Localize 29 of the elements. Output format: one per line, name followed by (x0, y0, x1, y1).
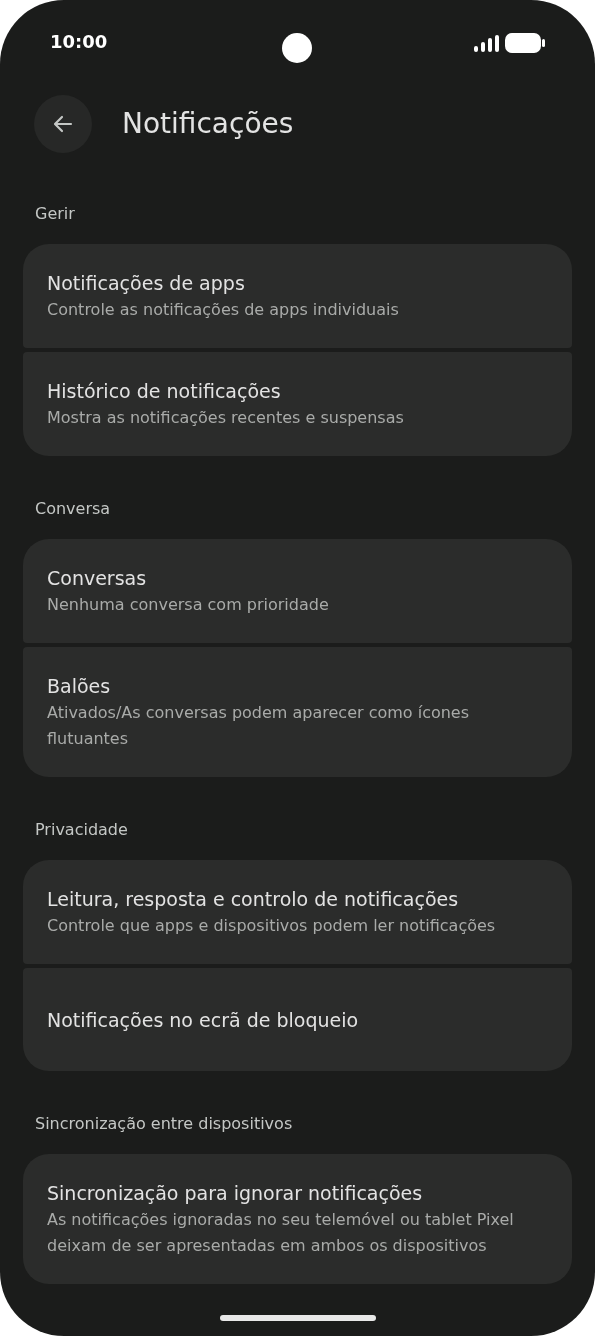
settings-item[interactable]: Histórico de notificações Mostra as notificações recentes e suspensas (23, 352, 572, 456)
settings-item[interactable]: Leitura, resposta e controlo de notificações Controle que apps e dispositivos podem ler notificações (23, 860, 572, 964)
section-header: Conversa (34, 499, 112, 519)
item-title: Conversas (47, 566, 148, 591)
status-time: 10:00 (50, 30, 108, 54)
item-title: Leitura, resposta e controlo de notificações (47, 887, 460, 912)
item-title: Notificações de apps (47, 271, 246, 296)
item-subtitle: Ativados/As conversas podem aparecer como ícones flutuantes (47, 702, 471, 750)
settings-item[interactable]: Notificações no ecrã de bloqueio (23, 968, 572, 1071)
battery-icon (505, 33, 545, 53)
item-title: Notificações no ecrã de bloqueio (47, 1007, 360, 1033)
item-subtitle: As notificações ignoradas no seu telemóvel ou tablet Pixel deixam de ser apresentadas em ambos os dispositivos (47, 1209, 515, 1257)
item-subtitle: Nenhuma conversa com prioridade (47, 594, 330, 616)
signal-icon (474, 34, 499, 52)
item-title: Histórico de notificações (47, 379, 282, 404)
settings-item[interactable]: Sincronização para ignorar notificações As notificações ignoradas no seu telemóvel ou tablet Pixel deixam de ser apresentadas em ambos os dispositivos (23, 1154, 572, 1284)
section-header: Sincronização entre dispositivos (34, 1114, 294, 1134)
settings-item[interactable]: Notificações de apps Controle as notificações de apps individuais (23, 244, 572, 348)
item-title: Sincronização para ignorar notificações (47, 1181, 424, 1206)
item-subtitle: Controle as notificações de apps individuais (47, 299, 400, 321)
item-subtitle: Controle que apps e dispositivos podem ler notificações (47, 915, 497, 937)
item-title: Balões (47, 674, 112, 699)
section-header: Gerir (34, 204, 76, 224)
camera-cutout (282, 33, 312, 63)
section-header: Privacidade (34, 820, 129, 840)
item-subtitle: Mostra as notificações recentes e suspensas (47, 407, 405, 429)
settings-item[interactable]: Balões Ativados/As conversas podem aparecer como ícones flutuantes (23, 647, 572, 777)
settings-item[interactable]: Conversas Nenhuma conversa com prioridade (23, 539, 572, 643)
page-title: Notificações (122, 106, 294, 142)
